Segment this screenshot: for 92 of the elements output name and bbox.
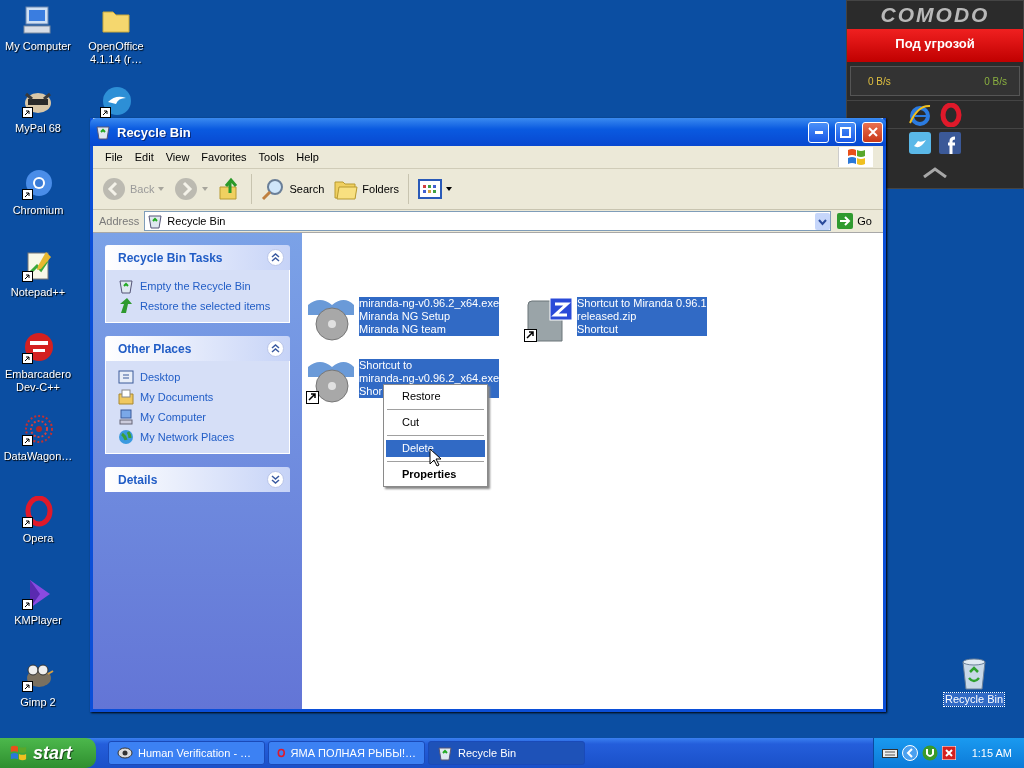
dropdown-icon[interactable] bbox=[815, 212, 831, 230]
eye-icon bbox=[117, 745, 133, 761]
globe-icon bbox=[118, 429, 134, 445]
panel-header[interactable]: Other Places bbox=[105, 336, 290, 361]
caret-icon bbox=[446, 187, 452, 191]
close-button[interactable] bbox=[862, 121, 883, 143]
go-arrow-icon bbox=[837, 213, 854, 229]
social-icon[interactable] bbox=[939, 131, 961, 154]
task-link[interactable]: My Documents bbox=[140, 391, 214, 403]
address-label: Address bbox=[98, 215, 141, 227]
ring-icon[interactable] bbox=[22, 168, 54, 200]
folders-button[interactable]: Folders bbox=[331, 176, 402, 202]
desktop-icon-label[interactable]: Recycle Bin bbox=[943, 693, 1005, 706]
close-square-icon[interactable] bbox=[941, 746, 956, 760]
menu-item[interactable]: File bbox=[99, 151, 129, 163]
menu-item[interactable]: Favorites bbox=[195, 151, 253, 163]
chevron-icon[interactable] bbox=[267, 471, 284, 488]
browser-icon[interactable] bbox=[908, 102, 932, 127]
menu-item[interactable]: Edit bbox=[128, 151, 160, 163]
file-label[interactable]: Shortcut to Miranda 0.96.1 released.zip Shortcut bbox=[577, 297, 707, 336]
taskbar-button[interactable]: ЯМА ПОЛНАЯ РЫБЫ!… bbox=[268, 741, 425, 765]
views-icon bbox=[418, 179, 442, 199]
task-link[interactable]: My Computer bbox=[140, 411, 207, 423]
widget-title: COMODO bbox=[879, 2, 991, 28]
menu-item[interactable]: Tools bbox=[252, 151, 291, 163]
chevron-left-icon[interactable] bbox=[901, 745, 918, 761]
minimize-button[interactable] bbox=[808, 121, 829, 143]
notepad-icon[interactable] bbox=[22, 250, 54, 282]
recycle-bin-icon bbox=[147, 213, 164, 229]
task-link[interactable]: Desktop bbox=[140, 371, 181, 383]
dots-icon[interactable] bbox=[22, 414, 54, 446]
desktop-icon-label[interactable]: KMPlayer bbox=[13, 614, 63, 627]
desktop-icon-label[interactable]: MyPal 68 bbox=[14, 122, 62, 135]
taskbar-button[interactable]: Recycle Bin bbox=[428, 741, 585, 765]
desktop-icon-label[interactable]: Opera bbox=[21, 532, 55, 545]
windows-flag-icon bbox=[838, 147, 873, 167]
recycle-bin-icon bbox=[437, 745, 453, 761]
minimize-icon bbox=[814, 130, 823, 134]
computer-icon[interactable] bbox=[22, 4, 54, 36]
go-button[interactable]: Go bbox=[833, 213, 880, 229]
bird-icon[interactable] bbox=[100, 86, 132, 118]
disc-icon[interactable] bbox=[306, 359, 356, 405]
windows-flag-icon bbox=[8, 744, 28, 762]
caret-icon bbox=[202, 187, 209, 191]
menu-item[interactable]: Help bbox=[290, 151, 325, 163]
file-label[interactable]: miranda-ng-v0.96.2_x64.exe Miranda NG Setup Miranda NG team bbox=[359, 297, 500, 336]
desktop-icon bbox=[118, 369, 134, 385]
search-button[interactable]: Search bbox=[258, 175, 328, 203]
panel-header[interactable]: Recycle Bin Tasks bbox=[105, 245, 290, 270]
computer-icon bbox=[118, 409, 134, 425]
desktop-icon-label[interactable]: Chromium bbox=[11, 204, 65, 217]
status-banner[interactable]: Под угрозой bbox=[847, 29, 1023, 62]
maximize-icon bbox=[840, 126, 851, 138]
taskbar-button[interactable]: Human Verification - … bbox=[108, 741, 265, 765]
window-title: Recycle Bin bbox=[117, 124, 191, 140]
torrent-icon[interactable] bbox=[921, 745, 938, 761]
close-icon bbox=[867, 127, 878, 137]
download-speed: 0 B/s bbox=[868, 75, 891, 87]
desktop-icon-label[interactable]: Gimp 2 bbox=[19, 696, 57, 709]
recycle-bin-icon bbox=[95, 124, 111, 140]
restore-arrow-icon bbox=[118, 298, 134, 314]
desktop-icon-label[interactable]: OpenOffice 4.1.14 (r… bbox=[78, 40, 154, 66]
task-link[interactable]: Restore the selected items bbox=[140, 300, 271, 312]
folder-icon bbox=[334, 178, 359, 200]
context-menu-item[interactable]: Delete bbox=[386, 440, 485, 457]
search-icon bbox=[261, 177, 286, 201]
desktop-icon-label[interactable]: My Computer bbox=[4, 40, 72, 53]
caret-icon bbox=[158, 187, 165, 191]
upload-speed: 0 B/s bbox=[984, 75, 1007, 87]
badge-icon[interactable] bbox=[22, 332, 54, 364]
context-menu-item[interactable]: Properties bbox=[386, 466, 485, 483]
menu-item[interactable]: View bbox=[159, 151, 196, 163]
keyboard-icon[interactable] bbox=[881, 747, 898, 759]
panel-header[interactable]: Details bbox=[105, 467, 290, 492]
maximize-button[interactable] bbox=[835, 121, 856, 143]
desktop-icon-label[interactable]: Notepad++ bbox=[9, 286, 67, 299]
desktop-icon-label[interactable]: Embarcadero Dev-C++ bbox=[0, 368, 76, 394]
clock: 1:15 AM bbox=[971, 747, 1012, 759]
address-field[interactable]: Recycle Bin bbox=[144, 211, 832, 231]
chevron-icon[interactable] bbox=[267, 249, 284, 266]
desktop-icon-label[interactable]: DataWagon… bbox=[2, 450, 74, 463]
documents-icon bbox=[118, 389, 134, 405]
views-button[interactable] bbox=[415, 177, 455, 201]
context-menu-item[interactable]: Cut bbox=[386, 414, 485, 431]
recycle-bin-icon bbox=[118, 278, 134, 294]
zip-file-icon[interactable] bbox=[524, 297, 574, 343]
ring-icon[interactable] bbox=[22, 496, 54, 528]
chevron-icon[interactable] bbox=[267, 340, 284, 357]
task-link[interactable]: My Network Places bbox=[140, 431, 235, 443]
bird-icon[interactable] bbox=[909, 131, 931, 154]
task-link[interactable]: Empty the Recycle Bin bbox=[140, 280, 251, 292]
chevron-up-icon[interactable] bbox=[922, 166, 948, 178]
